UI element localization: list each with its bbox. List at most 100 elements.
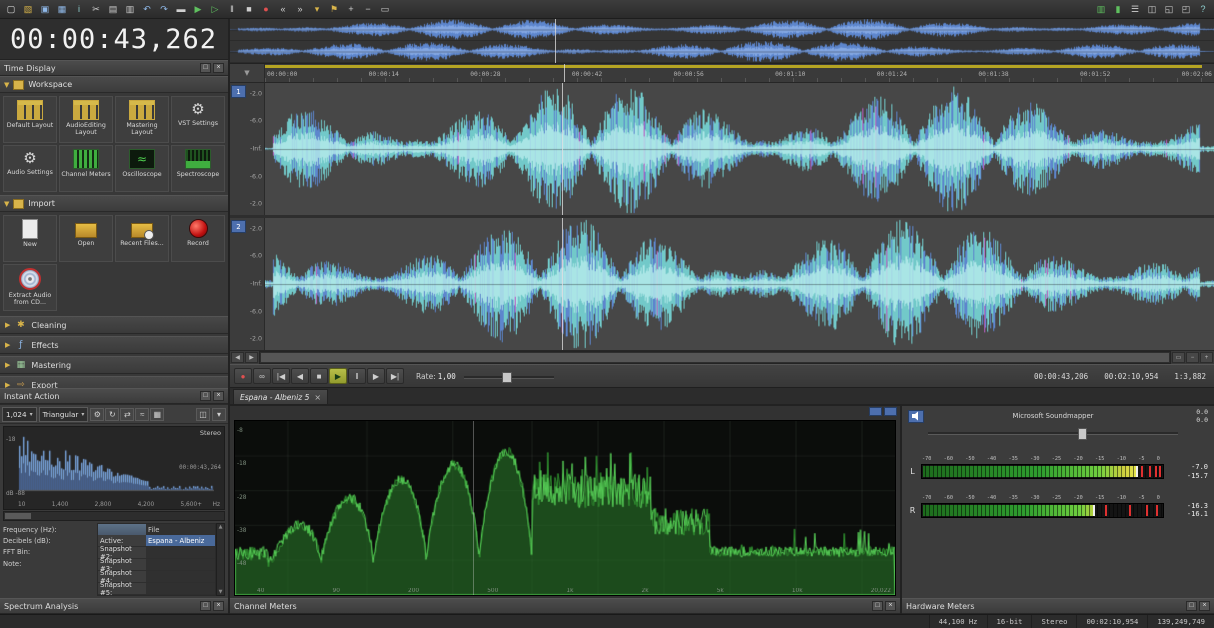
properties-icon[interactable]: i — [71, 2, 87, 17]
window-layout-icon[interactable]: ◫ — [1144, 2, 1160, 17]
sync-channels-button[interactable]: ⇄ — [120, 407, 135, 421]
rewind-icon[interactable]: « — [275, 2, 291, 17]
redo-icon[interactable]: ↷ — [156, 2, 172, 17]
zoom-selection-icon[interactable]: ▭ — [1172, 352, 1185, 363]
zoom-in-icon[interactable]: + — [343, 2, 359, 17]
cut-icon[interactable]: ✂ — [88, 2, 104, 17]
section-bar[interactable]: ▶ ƒ Effects — [0, 336, 228, 354]
save-icon[interactable]: ▣ — [37, 2, 53, 17]
realtime-button[interactable]: ≈ — [135, 407, 150, 421]
pause-icon[interactable]: ‖ — [224, 2, 240, 17]
zoom-selection-icon[interactable]: ▭ — [377, 2, 393, 17]
close-icon[interactable]: × — [213, 63, 224, 73]
channel-1-db-ruler[interactable]: 1 -2.0 -6.0 -Inf. -6.0 -2.0 — [230, 83, 265, 215]
close-icon[interactable]: × — [885, 601, 896, 611]
spectrum-snapshot-display[interactable]: -18 dB -88 Stereo 00:00:43,264 10 1,400 2,… — [3, 426, 225, 510]
section-bar[interactable]: ▶ ✱ Cleaning — [0, 316, 228, 334]
forward-button[interactable]: ▶ — [367, 368, 385, 384]
spectrum-view-icon[interactable]: ▥ — [1093, 2, 1109, 17]
paste-icon[interactable]: ▥ — [122, 2, 138, 17]
timeline-ruler[interactable]: 00:00:00 00:00:14 00:00:28 00:00:42 00:00:56… — [265, 64, 1214, 82]
forward-icon[interactable]: » — [292, 2, 308, 17]
go-to-end-button[interactable]: ▶| — [386, 368, 404, 384]
import-item[interactable]: Extract Audio from CD... — [3, 264, 57, 311]
workspace-item[interactable]: Mastering Layout — [115, 96, 169, 143]
import-item[interactable]: Recent Files... — [115, 215, 169, 262]
channel-2-waveform[interactable] — [265, 218, 1214, 350]
workspace-section-header[interactable]: ▼ Workspace — [0, 76, 228, 93]
playback-cursor[interactable] — [554, 19, 556, 63]
scroll-handle[interactable] — [261, 353, 1169, 362]
scroll-right-icon[interactable]: ▶ — [245, 352, 258, 363]
play-all-icon[interactable]: ▷ — [207, 2, 223, 17]
refresh-button[interactable]: ↻ — [105, 407, 120, 421]
import-section-header[interactable]: ▼ Import — [0, 195, 228, 212]
region-icon[interactable]: ⚑ — [326, 2, 342, 17]
float-icon[interactable]: □ — [200, 601, 211, 611]
meters-hold-button[interactable] — [884, 407, 897, 416]
new-file-icon[interactable]: ▢ — [3, 2, 19, 17]
float-icon[interactable]: □ — [200, 391, 211, 401]
channel-1-waveform[interactable] — [265, 83, 1214, 215]
rewind-button[interactable]: ◀ — [291, 368, 309, 384]
mixer-icon[interactable]: ☰ — [1127, 2, 1143, 17]
overview-waveform[interactable] — [230, 19, 1214, 64]
tile-windows-icon[interactable]: ◰ — [1178, 2, 1194, 17]
marker-icon[interactable]: ▾ — [309, 2, 325, 17]
workspace-item[interactable]: Audio Settings — [3, 145, 57, 192]
spectrum-hscrollbar[interactable] — [3, 511, 225, 521]
output-volume-slider[interactable] — [928, 427, 1178, 440]
section-bar[interactable]: ▶ ⇨ Export — [0, 376, 228, 388]
workspace-item[interactable]: Spectroscope — [171, 145, 225, 192]
frequency-cursor[interactable] — [472, 421, 474, 595]
workspace-item[interactable]: AudioEditing Layout — [59, 96, 113, 143]
zoom-in-icon[interactable]: + — [1200, 352, 1213, 363]
meters-view-icon[interactable]: ▮ — [1110, 2, 1126, 17]
workspace-item[interactable]: Oscilloscope — [115, 145, 169, 192]
snapshot-table-vscrollbar[interactable]: ▲ ▼ — [216, 523, 225, 596]
cascade-windows-icon[interactable]: ◱ — [1161, 2, 1177, 17]
rate-slider[interactable] — [463, 371, 554, 383]
rate-slider-handle[interactable] — [501, 371, 512, 383]
close-icon[interactable]: × — [1199, 601, 1210, 611]
editor-hscrollbar[interactable] — [259, 351, 1171, 364]
playback-cursor[interactable] — [563, 64, 565, 82]
workspace-item[interactable]: VST Settings — [171, 96, 225, 143]
zoom-out-icon[interactable]: − — [360, 2, 376, 17]
playback-cursor[interactable] — [562, 83, 564, 215]
save-all-icon[interactable]: ▦ — [54, 2, 70, 17]
playback-cursor[interactable] — [562, 218, 564, 350]
copy-icon[interactable]: ▤ — [105, 2, 121, 17]
scroll-handle[interactable] — [5, 513, 31, 519]
close-icon[interactable]: × — [213, 391, 224, 401]
loop-playback-button[interactable]: ∞ — [253, 368, 271, 384]
float-icon[interactable]: □ — [872, 601, 883, 611]
trim-icon[interactable]: ▬ — [173, 2, 189, 17]
scroll-up-icon[interactable]: ▲ — [219, 524, 223, 530]
undo-icon[interactable]: ↶ — [139, 2, 155, 17]
scroll-left-icon[interactable]: ◀ — [231, 352, 244, 363]
play-icon[interactable]: ▶ — [190, 2, 206, 17]
pause-button[interactable]: ‖ — [348, 368, 366, 384]
window-type-select[interactable]: Triangular ▾ — [38, 406, 89, 422]
import-item[interactable]: Open — [59, 215, 113, 262]
workspace-item[interactable]: Default Layout — [3, 96, 57, 143]
panel-menu-button[interactable]: ▾ — [212, 407, 226, 421]
float-icon[interactable]: □ — [1186, 601, 1197, 611]
channel-2-badge[interactable]: 2 — [231, 220, 246, 233]
go-to-start-button[interactable]: |◀ — [272, 368, 290, 384]
play-button[interactable]: ▶ — [329, 368, 347, 384]
loop-region-bar[interactable] — [265, 65, 1202, 68]
help-icon[interactable]: ? — [1195, 2, 1211, 17]
channel-2-db-ruler[interactable]: 2 -2.0 -6.0 -Inf. -6.0 -2.0 — [230, 218, 265, 350]
open-file-icon[interactable]: ▧ — [20, 2, 36, 17]
snapshot-row[interactable]: Snapshot #5: — [98, 581, 215, 597]
volume-slider-handle[interactable] — [1078, 427, 1087, 440]
close-icon[interactable]: × — [213, 601, 224, 611]
record-icon[interactable]: ● — [258, 2, 274, 17]
section-bar[interactable]: ▶ ▦ Mastering — [0, 356, 228, 374]
document-tab[interactable]: Espana - Albeniz 5 × — [233, 389, 329, 404]
import-item[interactable]: New — [3, 215, 57, 262]
stop-icon[interactable]: ■ — [241, 2, 257, 17]
channel-meters-graph[interactable]: -8 -18 -28 -38 -48 40 90 200 500 1k 2k 5k 10k 20,022 — [234, 420, 896, 596]
